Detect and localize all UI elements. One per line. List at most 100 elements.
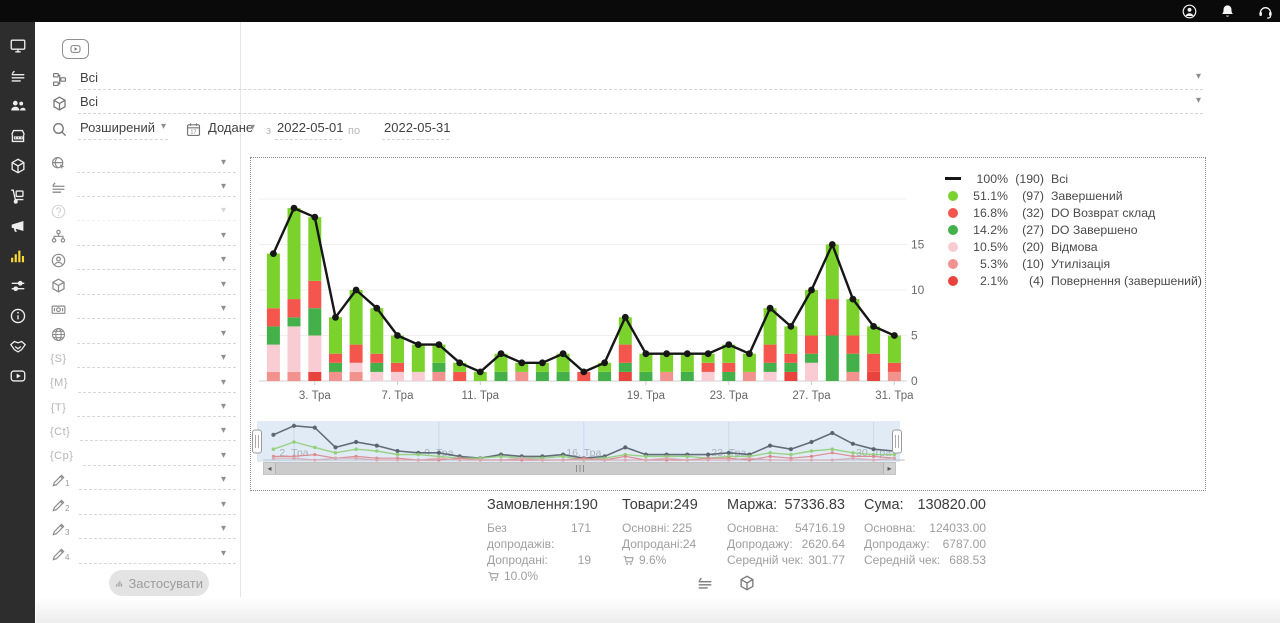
- tutorials-icon: [9, 367, 27, 385]
- stats-row-label: Допродані:: [487, 552, 548, 568]
- custom-1-select[interactable]: ▾: [79, 471, 236, 490]
- custom-3-select[interactable]: ▾: [79, 520, 236, 539]
- settings-icon: [9, 277, 27, 295]
- legend-item-1[interactable]: 51.1%(97)Завершений: [942, 189, 1202, 202]
- sidebar-item-info[interactable]: [9, 307, 27, 325]
- stats-column-1: Товари:249Основні:225Допродані:249.6%: [622, 497, 692, 567]
- legend-count: (4): [1008, 274, 1044, 288]
- sidebar-item-marketing[interactable]: [9, 217, 27, 235]
- apply-button[interactable]: Застосувати: [109, 570, 209, 596]
- scroll-thumb[interactable]: [275, 463, 884, 474]
- date-from-input[interactable]: 2022-05-01: [275, 118, 342, 140]
- sidebar-item-company[interactable]: [9, 127, 27, 145]
- fields-icon: [50, 179, 67, 196]
- legend-item-2[interactable]: 16.8%(32)DO Возврат склад: [942, 206, 1202, 219]
- site-select[interactable]: ▾: [77, 154, 236, 173]
- sidebar-item-tutorials[interactable]: [9, 367, 27, 385]
- legend-item-3[interactable]: 14.2%(27) DO Завершено: [942, 223, 1202, 236]
- sidebar-item-purchases[interactable]: [9, 187, 27, 205]
- svg-text:5: 5: [911, 329, 918, 343]
- sidebar-item-partners[interactable]: [9, 337, 27, 355]
- legend-item-5[interactable]: 5.3%(10)Утилізація: [942, 257, 1202, 270]
- stats-row-label: Допродажу:: [727, 536, 793, 552]
- date-from-label: з: [266, 125, 271, 137]
- payment-select[interactable]: ▾: [77, 300, 236, 319]
- manager-select[interactable]: ▾: [77, 251, 236, 270]
- utm-medium-select[interactable]: ▾: [78, 374, 236, 393]
- topbar-icons: [1181, 0, 1274, 22]
- utm-campaign-select[interactable]: ▾: [83, 447, 236, 466]
- product-select[interactable]: ▾: [77, 276, 236, 295]
- unknown-select[interactable]: ▾: [77, 202, 236, 221]
- legend-item-4[interactable]: 10.5%(20)Відмова: [942, 240, 1202, 253]
- chevron-down-icon: ▾: [221, 304, 236, 314]
- video-help-button[interactable]: [62, 39, 89, 59]
- chart-legend: 100%(190)Всі 51.1%(97)Завершений 16.8%(32)…: [942, 172, 1202, 287]
- utm-campaign-icon: {Cp}: [50, 450, 73, 462]
- custom-4-select[interactable]: ▾: [79, 545, 236, 564]
- date-field-select[interactable]: Додане: [206, 118, 256, 139]
- stage-select[interactable]: ▾: [77, 227, 236, 246]
- legend-pct: 14.2%: [964, 223, 1008, 237]
- navigator-selected-range[interactable]: [257, 421, 900, 462]
- filter-row-utm-source: {S}▾: [35, 347, 240, 371]
- chevron-down-icon: ▾: [221, 280, 236, 290]
- legend-count: (27): [1008, 223, 1044, 237]
- custom-2-select[interactable]: ▾: [79, 496, 236, 515]
- orders-list-toggle[interactable]: [696, 574, 714, 592]
- marketing-icon: [9, 217, 27, 235]
- sidebar-item-products[interactable]: [9, 157, 27, 175]
- upsell-pct: 9.6%: [639, 553, 666, 567]
- view-toggles: [696, 574, 756, 592]
- product-select[interactable]: Всі ▾: [78, 92, 1203, 114]
- sidebar-item-clients[interactable]: [9, 97, 27, 115]
- support-headset-icon[interactable]: [1257, 3, 1274, 20]
- stats-row-value: 54716.19: [795, 520, 845, 536]
- fields-select[interactable]: ▾: [77, 178, 236, 197]
- user-profile-icon[interactable]: [1181, 3, 1198, 20]
- stats-row-value: 225: [672, 520, 692, 536]
- legend-label: DO Завершено: [1051, 223, 1138, 237]
- date-to-input[interactable]: 2022-05-31: [382, 118, 449, 140]
- source-select[interactable]: ▾: [77, 325, 236, 344]
- navigator-handle-right[interactable]: [893, 430, 902, 453]
- utm-term-select[interactable]: ▾: [77, 398, 236, 417]
- purchases-icon: [9, 187, 27, 205]
- stats-value: 57336.83: [785, 497, 845, 513]
- box-icon: [738, 574, 756, 592]
- stats-value: 190: [574, 497, 598, 513]
- clients-icon: [9, 97, 27, 115]
- funnel-select[interactable]: Всі ▾: [78, 68, 1203, 90]
- sidebar-item-orders[interactable]: [9, 67, 27, 85]
- legend-item-6[interactable]: 2.1%(4)Повернення (завершений): [942, 274, 1202, 287]
- date-field-value: Додане: [208, 120, 253, 135]
- product-select-value: Всі: [80, 94, 98, 109]
- notifications-bell-icon[interactable]: [1219, 3, 1236, 20]
- sidebar: [0, 0, 35, 623]
- filter-mode-select[interactable]: Розширений ▾: [78, 118, 168, 140]
- navigator-handle-left[interactable]: [253, 430, 262, 453]
- filter-row-source: ▾: [35, 322, 240, 346]
- legend-pct: 5.3%: [964, 257, 1008, 271]
- chevron-down-icon: ▾: [221, 231, 236, 241]
- scroll-right-button[interactable]: ▸: [884, 463, 895, 474]
- products-toggle[interactable]: [738, 574, 756, 592]
- legend-item-0[interactable]: 100%(190)Всі: [942, 172, 1202, 185]
- dashboard-icon: [9, 37, 27, 55]
- utm-source-select[interactable]: ▾: [77, 349, 236, 368]
- chevron-down-icon: ▾: [221, 426, 236, 436]
- stats-row-label: Основна:: [864, 520, 916, 536]
- sidebar-item-dashboard[interactable]: [9, 37, 27, 55]
- chevron-down-icon: ▾: [161, 122, 166, 132]
- chart-scrollbar[interactable]: ◂ ▸: [263, 462, 896, 475]
- product-icon: [50, 277, 67, 294]
- scroll-left-button[interactable]: ◂: [264, 463, 275, 474]
- utm-content-select[interactable]: ▾: [80, 422, 236, 441]
- sidebar-item-settings[interactable]: [9, 277, 27, 295]
- chevron-down-icon[interactable]: ▾: [250, 123, 265, 133]
- products-icon: [9, 157, 27, 175]
- sidebar-item-statistics[interactable]: [9, 247, 27, 265]
- cart-icon: [487, 570, 500, 583]
- legend-dot-swatch: [948, 276, 958, 286]
- chevron-down-icon: ▾: [221, 378, 236, 388]
